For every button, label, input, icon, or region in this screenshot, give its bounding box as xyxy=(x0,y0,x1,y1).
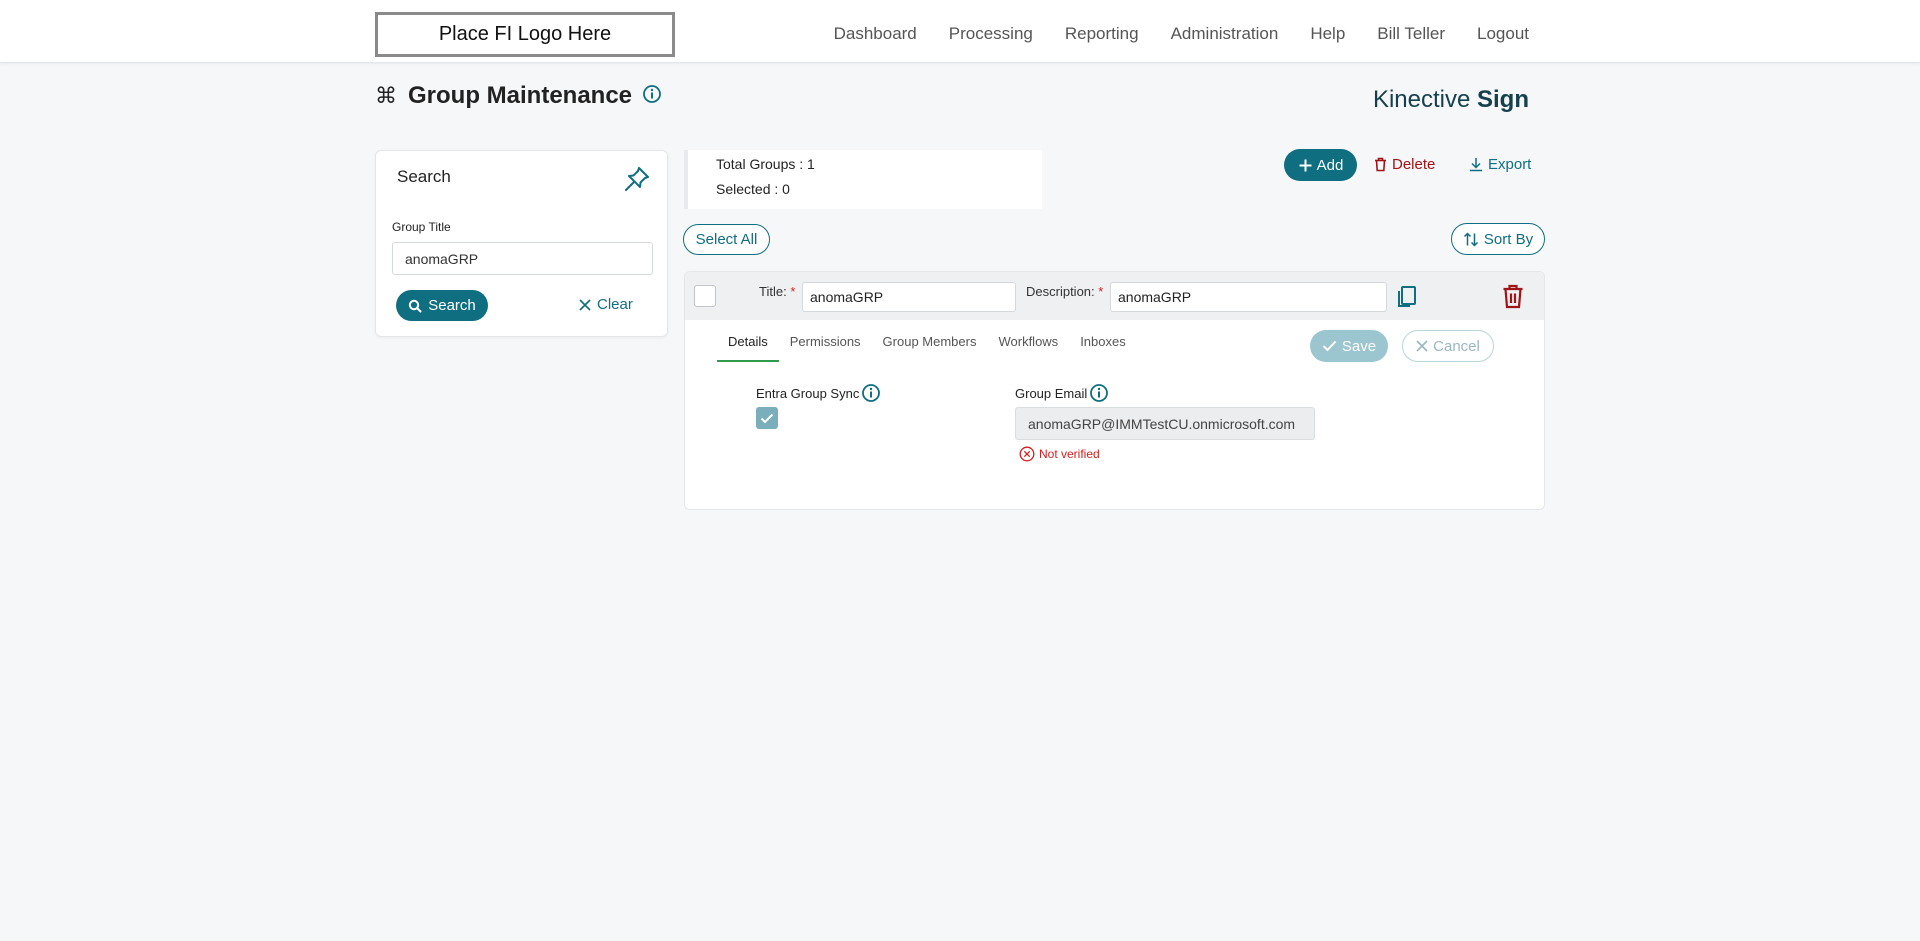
entra-group-sync-label: Entra Group Sync xyxy=(756,383,881,403)
group-tabs: Details Permissions Group Members Workfl… xyxy=(717,330,1137,362)
not-verified-text: Not verified xyxy=(1039,447,1100,461)
top-navigation-bar: Place FI Logo Here Dashboard Processing … xyxy=(0,0,1920,63)
nav-reporting[interactable]: Reporting xyxy=(1065,24,1139,44)
search-button[interactable]: Search xyxy=(396,290,488,321)
entra-group-sync-checkbox[interactable] xyxy=(756,407,778,429)
check-icon xyxy=(1322,340,1337,352)
select-all-button[interactable]: Select All xyxy=(683,224,770,255)
close-icon xyxy=(579,298,591,311)
copy-icon[interactable] xyxy=(1395,284,1419,313)
brand-name-light: Kinective xyxy=(1372,86,1477,113)
pin-icon[interactable] xyxy=(623,165,651,198)
tab-group-members[interactable]: Group Members xyxy=(872,330,988,362)
group-title-input[interactable] xyxy=(802,282,1016,312)
selected-count: Selected : 0 xyxy=(716,181,790,197)
error-circle-icon xyxy=(1019,446,1035,462)
clear-button[interactable]: Clear xyxy=(579,296,633,313)
search-button-label: Search xyxy=(428,297,476,314)
page-title: Group Maintenance xyxy=(408,82,633,109)
add-button[interactable]: Add xyxy=(1284,149,1357,181)
group-description-input[interactable] xyxy=(1110,282,1387,312)
trash-icon xyxy=(1375,157,1386,172)
fi-logo-placeholder[interactable]: Place FI Logo Here xyxy=(375,12,675,57)
page-header: ⌘ Group Maintenance xyxy=(375,82,662,110)
cancel-button[interactable]: Cancel xyxy=(1402,330,1494,362)
export-button[interactable]: Export xyxy=(1469,156,1531,173)
search-panel: Search Group Title Search Clear xyxy=(375,150,668,337)
tab-workflows[interactable]: Workflows xyxy=(987,330,1069,362)
download-icon xyxy=(1470,158,1482,172)
save-button-label: Save xyxy=(1341,337,1377,355)
nav-help[interactable]: Help xyxy=(1310,24,1345,44)
required-marker: * xyxy=(790,284,796,299)
title-label-text: Title: xyxy=(759,284,787,299)
title-field-label: Title: * xyxy=(759,284,795,299)
clear-button-label: Clear xyxy=(597,296,633,313)
group-email-label: Group Email xyxy=(1015,383,1109,403)
brand-logo: Kinective Sign xyxy=(1373,86,1529,114)
checkmark-icon xyxy=(760,413,774,423)
group-email-text: Group Email xyxy=(1015,385,1088,401)
nav-administration[interactable]: Administration xyxy=(1171,24,1279,44)
delete-group-trash-icon[interactable] xyxy=(1502,284,1524,314)
nav-logout[interactable]: Logout xyxy=(1477,24,1529,44)
brand-name-bold: Sign xyxy=(1477,86,1529,113)
sort-by-button-label: Sort By xyxy=(1483,230,1534,248)
tab-details[interactable]: Details xyxy=(717,330,779,362)
main-nav: Dashboard Processing Reporting Administr… xyxy=(834,0,1529,68)
search-panel-heading: Search xyxy=(397,167,451,186)
nav-processing[interactable]: Processing xyxy=(949,24,1033,44)
export-button-label: Export xyxy=(1488,156,1532,173)
save-button[interactable]: Save xyxy=(1310,330,1388,362)
sort-by-button[interactable]: Sort By xyxy=(1451,223,1545,255)
group-select-checkbox[interactable] xyxy=(694,285,716,307)
required-marker: * xyxy=(1098,284,1104,299)
total-groups-count: Total Groups : 1 xyxy=(716,156,815,172)
entra-group-sync-text: Entra Group Sync xyxy=(756,385,860,401)
description-label-text: Description: xyxy=(1026,284,1095,299)
nav-dashboard[interactable]: Dashboard xyxy=(834,24,917,44)
group-title-search-input[interactable] xyxy=(392,242,653,275)
search-icon xyxy=(409,299,422,312)
group-card-header: Title: * Description: * xyxy=(685,272,1544,320)
sort-icon xyxy=(1463,231,1478,247)
delete-button-label: Delete xyxy=(1392,156,1436,173)
description-field-label: Description: * xyxy=(1026,284,1103,299)
info-icon[interactable] xyxy=(1089,383,1109,403)
delete-button[interactable]: Delete xyxy=(1374,156,1435,173)
cancel-button-label: Cancel xyxy=(1433,337,1480,355)
group-card: Title: * Description: * Details Permissi… xyxy=(684,271,1545,510)
close-icon xyxy=(1416,340,1428,352)
add-button-label: Add xyxy=(1316,156,1344,174)
info-icon[interactable] xyxy=(861,383,881,403)
command-icon: ⌘ xyxy=(375,83,397,108)
tab-inboxes[interactable]: Inboxes xyxy=(1069,330,1137,362)
page-info-icon[interactable] xyxy=(642,84,662,109)
nav-user-name[interactable]: Bill Teller xyxy=(1377,24,1445,44)
group-email-input[interactable] xyxy=(1015,407,1315,440)
plus-icon xyxy=(1299,159,1312,171)
tab-permissions[interactable]: Permissions xyxy=(779,330,872,362)
totals-summary: Total Groups : 1 Selected : 0 xyxy=(684,150,1042,209)
group-title-label: Group Title xyxy=(392,220,451,234)
email-verification-status: Not verified xyxy=(1019,446,1100,462)
